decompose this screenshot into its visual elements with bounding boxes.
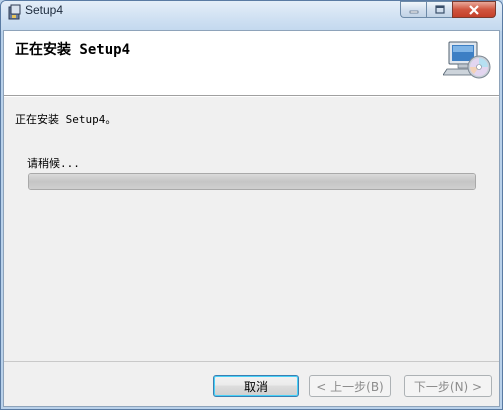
installing-status-text: 正在安装 Setup4。 bbox=[15, 113, 117, 126]
caption-buttons bbox=[400, 1, 496, 19]
maximize-icon bbox=[434, 5, 445, 14]
footer-divider bbox=[4, 361, 499, 362]
please-wait-label: 请稍候... bbox=[27, 157, 80, 170]
cancel-button[interactable]: 取消 bbox=[213, 375, 299, 397]
next-button[interactable]: 下一步(N) > bbox=[404, 375, 492, 397]
progress-fill bbox=[29, 174, 475, 189]
maximize-button[interactable] bbox=[426, 1, 452, 18]
installer-window: Setup4 正在安装 Setup4 正在安装 Setup4。 请稍候... 取… bbox=[0, 0, 503, 410]
back-button[interactable]: < 上一步(B) bbox=[309, 375, 391, 397]
title-bar[interactable]: Setup4 bbox=[1, 1, 502, 31]
minimize-icon bbox=[409, 10, 418, 13]
banner-divider bbox=[4, 96, 499, 97]
minimize-button[interactable] bbox=[400, 1, 426, 18]
close-button[interactable] bbox=[452, 1, 496, 18]
window-title: Setup4 bbox=[25, 3, 64, 17]
banner-title: 正在安装 Setup4 bbox=[15, 42, 131, 58]
install-progress-bar bbox=[28, 173, 476, 190]
computer-cd-icon bbox=[443, 41, 491, 79]
close-icon bbox=[469, 4, 479, 15]
dialog-content: 正在安装 Setup4 正在安装 Setup4。 请稍候... 取消 < 上一步… bbox=[3, 30, 500, 407]
installer-app-icon bbox=[8, 4, 21, 20]
header-banner: 正在安装 Setup4 bbox=[4, 31, 499, 96]
